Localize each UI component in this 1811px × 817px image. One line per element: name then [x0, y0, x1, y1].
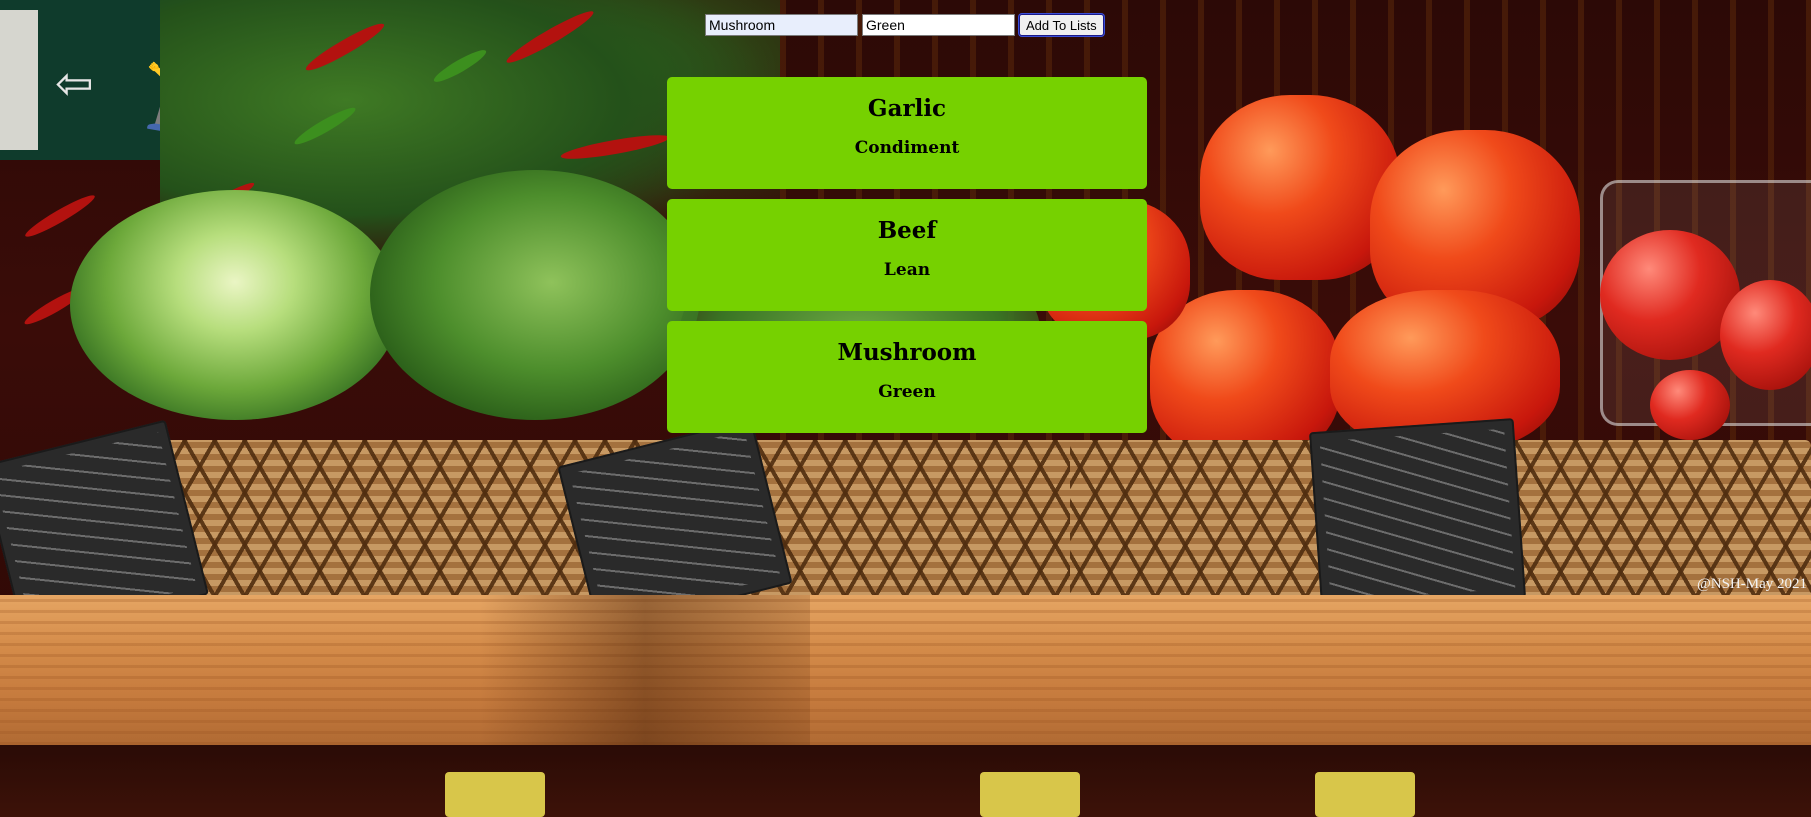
shelf-shadow	[480, 595, 810, 745]
savoy-cabbage	[370, 170, 700, 420]
add-to-lists-button[interactable]: Add To Lists	[1019, 14, 1104, 36]
shelf-tag	[445, 772, 545, 817]
item-type-input[interactable]	[862, 14, 1015, 36]
item-type: Green	[878, 382, 936, 402]
item-list: Garlic Condiment Beef Lean Mushroom Gree…	[667, 77, 1147, 433]
lower-shelf	[0, 745, 1811, 817]
exit-sign-door	[0, 10, 38, 150]
chili-pepper	[22, 190, 98, 242]
item-name: Beef	[877, 217, 937, 244]
tomato	[1650, 370, 1730, 440]
wooden-shelf	[0, 595, 1811, 745]
savoy-cabbage	[70, 190, 400, 420]
shelf-tag	[1315, 772, 1415, 817]
price-chalkboard	[1308, 418, 1527, 612]
exit-arrow-icon: ⇦	[55, 56, 94, 110]
photo-credit: @NSH-May 2021	[1696, 576, 1807, 592]
list-item: Mushroom Green	[667, 321, 1147, 433]
tomato	[1600, 230, 1740, 360]
tomato	[1720, 280, 1811, 390]
list-item: Garlic Condiment	[667, 77, 1147, 189]
item-name: Mushroom	[837, 339, 977, 366]
item-type: Condiment	[854, 138, 960, 158]
item-name: Garlic	[867, 95, 947, 122]
shelf-tag	[980, 772, 1080, 817]
item-type: Lean	[883, 260, 931, 280]
add-item-form: Add To Lists	[705, 14, 1104, 36]
list-item: Beef Lean	[667, 199, 1147, 311]
item-name-input[interactable]	[705, 14, 858, 36]
